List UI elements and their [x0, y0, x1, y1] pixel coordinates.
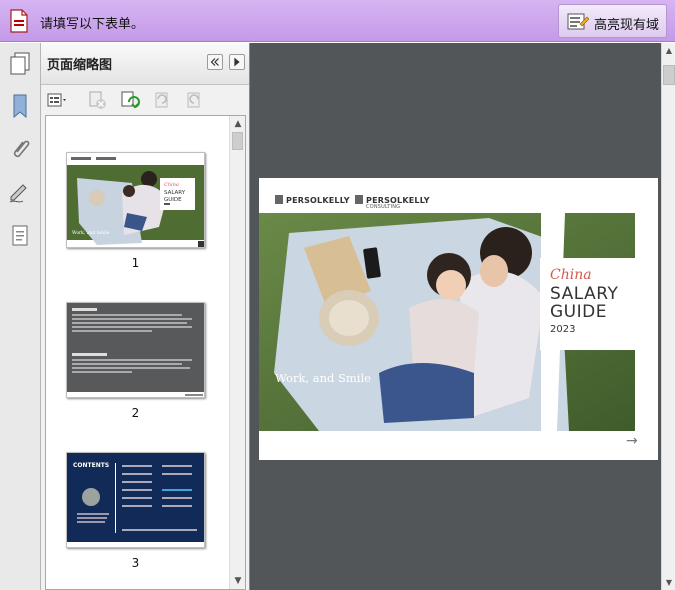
thumbnail-2-number: 2 — [131, 406, 140, 420]
scroll-up-icon[interactable]: ▲ — [663, 46, 675, 55]
cover-year: 2023 — [550, 324, 576, 335]
thumbnail-3-preview: CONTENTS — [67, 453, 204, 542]
scroll-up-icon[interactable]: ▲ — [233, 119, 243, 129]
thumbnail-page-1[interactable]: China SALARY GUIDE Work, and Smile — [66, 152, 205, 248]
persolkelly-consulting-logo: PERSOLKELLY CONSULTING — [355, 195, 430, 210]
thumbnail-page-3[interactable]: CONTENTS — [66, 452, 205, 548]
thumbnail-1-preview: China SALARY GUIDE Work, and Smile — [67, 153, 204, 247]
thumbnails-toolbar — [41, 86, 249, 114]
thumbnail-2-preview — [67, 303, 204, 396]
scrollbar-handle[interactable] — [663, 65, 675, 85]
thumbnail-scrollbar[interactable]: ▲ ▼ — [229, 116, 245, 589]
cover-tagline: Work, and Smile — [275, 371, 371, 385]
thumbnail-1-number: 1 — [131, 256, 140, 270]
delete-pages-icon[interactable] — [87, 90, 109, 110]
cover-title-card: China SALARY GUIDE 2023 — [540, 258, 639, 350]
signatures-icon[interactable] — [8, 179, 32, 205]
double-chevron-left-icon — [210, 58, 219, 66]
highlight-fields-icon — [567, 13, 589, 30]
cover-title: SALARY GUIDE — [550, 284, 619, 322]
thumbnail-1-tagline: Work, and Smile — [72, 230, 110, 236]
options-button[interactable] — [229, 54, 245, 70]
rotate-cw-icon[interactable] — [183, 90, 205, 110]
rotate-ccw-icon[interactable] — [151, 90, 173, 110]
document-scrollbar[interactable]: ▲ ▼ — [661, 43, 675, 590]
scroll-down-icon[interactable]: ▼ — [663, 578, 675, 587]
collapse-panel-button[interactable] — [207, 54, 223, 70]
layers-icon[interactable] — [8, 223, 32, 249]
svg-text:GUIDE: GUIDE — [164, 197, 182, 203]
panel-header: 页面缩略图 — [41, 43, 249, 85]
form-notification-bar: 请填写以下表单。 高亮现有域 — [0, 0, 675, 42]
scrollbar-handle[interactable] — [232, 132, 243, 150]
scroll-down-icon[interactable]: ▼ — [233, 576, 243, 586]
triangle-right-icon — [234, 57, 240, 67]
panel-title: 页面缩略图 — [47, 58, 113, 73]
thumbnails-panel: 页面缩略图 China SALARY GUIDE Work, and Smile… — [41, 43, 249, 590]
highlight-fields-label: 高亮现有域 — [594, 18, 660, 33]
pdf-form-icon — [10, 9, 28, 33]
svg-text:China: China — [164, 182, 179, 188]
cover-title-italic: China — [550, 267, 592, 283]
thumbnail-3-heading: CONTENTS — [73, 462, 109, 469]
bookmarks-icon[interactable] — [8, 93, 32, 119]
thumbnail-3-number: 3 — [131, 556, 140, 570]
attachments-icon[interactable] — [8, 137, 32, 163]
thumbnail-page-2[interactable] — [66, 302, 205, 398]
form-message: 请填写以下表单。 — [40, 17, 145, 32]
navigation-rail — [0, 43, 41, 590]
arrow-right-icon: → — [626, 433, 638, 449]
insert-pages-icon[interactable] — [119, 90, 141, 110]
options-menu-icon[interactable] — [47, 90, 69, 110]
thumbnail-list[interactable]: China SALARY GUIDE Work, and Smile 1 2 C… — [45, 115, 246, 590]
highlight-fields-button[interactable]: 高亮现有域 — [558, 4, 667, 38]
svg-text:SALARY: SALARY — [164, 190, 186, 196]
document-page-1: PERSOLKELLY PERSOLKELLY CONSULTING China… — [259, 178, 658, 460]
persolkelly-logo: PERSOLKELLY — [275, 195, 350, 205]
